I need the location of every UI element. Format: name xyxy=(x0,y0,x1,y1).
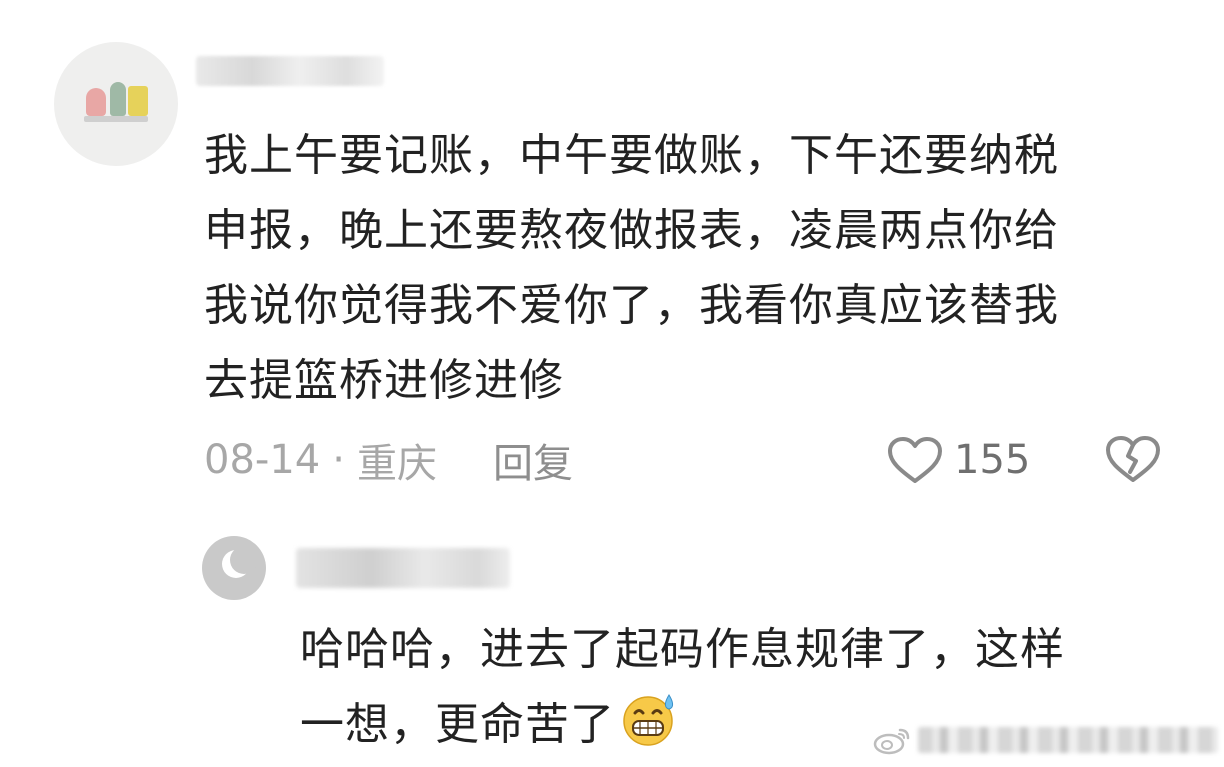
comment-text: 我上午要记账，中午要做账，下午还要纳税 申报，晚上还要熬夜做报表，凌晨两点你给 … xyxy=(204,130,1059,406)
avatar-figure-pink xyxy=(86,88,106,116)
comment-meta: 08-14 · 重庆 回复 xyxy=(204,431,573,489)
heart-outline-icon xyxy=(888,437,942,483)
avatar-figure-green xyxy=(110,82,126,116)
reply-avatar[interactable] xyxy=(202,536,266,600)
comment-thread: 我上午要记账，中午要做账，下午还要纳税 申报，晚上还要熬夜做报表，凌晨两点你给 … xyxy=(0,0,1224,767)
avatar[interactable] xyxy=(54,42,178,166)
meta-separator: · xyxy=(332,437,345,483)
grinning-sweat-emoji-icon xyxy=(623,694,674,746)
dislike-button[interactable] xyxy=(1104,434,1162,486)
weibo-logo-icon xyxy=(873,728,910,755)
watermark-redacted xyxy=(918,727,1218,753)
avatar-moon-cutout xyxy=(230,546,258,574)
username-redacted xyxy=(196,56,384,86)
broken-heart-icon xyxy=(1106,436,1160,482)
comment-date: 08-14 xyxy=(204,437,321,483)
comment-location: 重庆 xyxy=(356,441,437,487)
like-button[interactable]: 155 xyxy=(886,434,1030,486)
reply-button[interactable]: 回复 xyxy=(493,431,573,489)
watermark xyxy=(872,722,1218,758)
avatar-shelf xyxy=(84,116,148,122)
like-count: 155 xyxy=(954,437,1031,483)
avatar-figure-yellow xyxy=(128,86,148,116)
reply-username-redacted xyxy=(296,548,510,588)
